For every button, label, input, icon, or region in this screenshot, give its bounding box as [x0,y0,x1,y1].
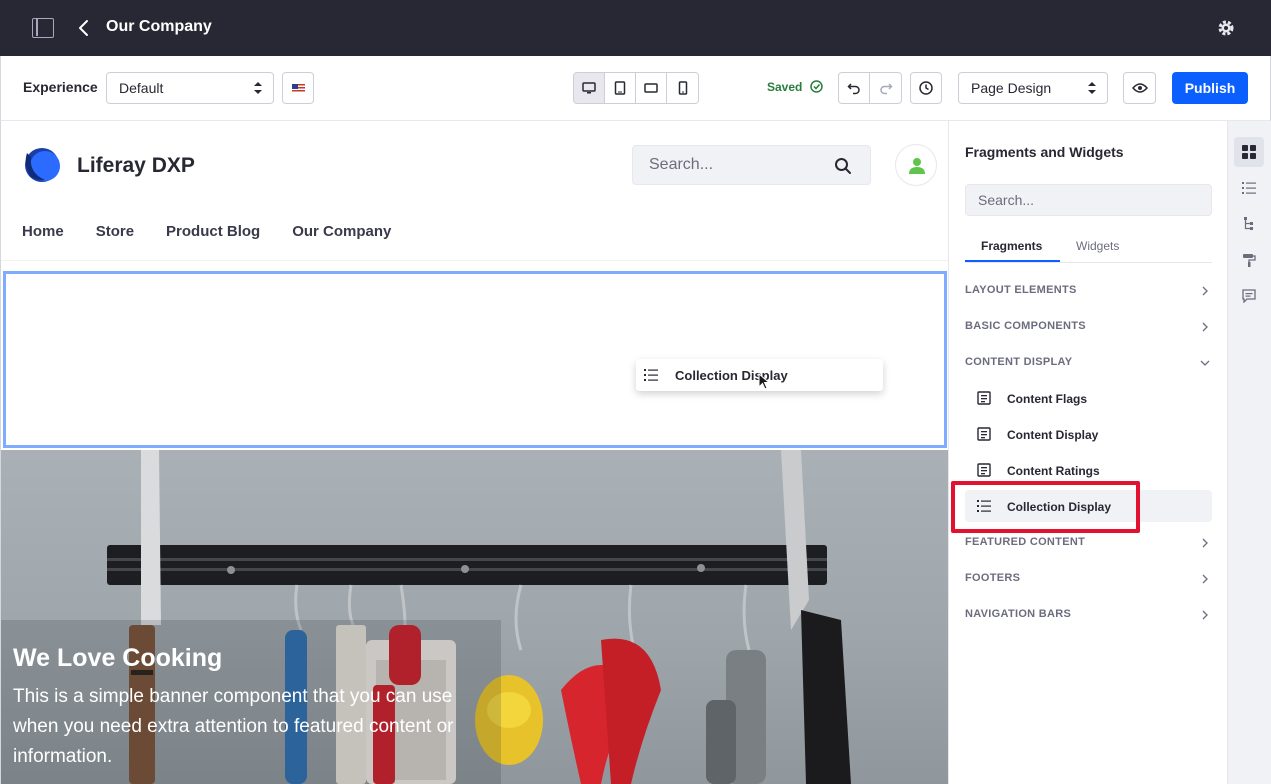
category-footers[interactable]: FOOTERS [965,572,1212,592]
device-preview-group [573,72,699,104]
liferay-logo [25,148,60,182]
page-editor-toolbar: Experience Default Saved Page Design Pub… [0,56,1271,121]
eye-icon[interactable] [1123,72,1156,104]
content-fragment-icon [977,391,991,405]
fragments-icon[interactable] [1234,137,1264,167]
category-featured-content[interactable]: FEATURED CONTENT [965,536,1212,556]
site-navigation: Home Store Product Blog Our Company [22,223,391,240]
select-arrows-icon [254,82,262,94]
user-avatar[interactable] [895,144,937,186]
paint-roller-icon[interactable] [1234,245,1264,275]
content-fragment-icon [977,427,991,441]
site-search-placeholder: Search... [649,156,714,173]
page-title: Our Company [106,18,212,35]
list-icon [644,369,658,381]
list-icon[interactable] [1234,173,1264,203]
select-arrows-icon [1088,82,1096,94]
nav-item-our-company[interactable]: Our Company [292,223,391,240]
hero-banner: We Love Cooking This is a simple banner … [1,450,948,784]
banner-title: We Love Cooking [13,644,223,672]
panel-title: Fragments and Widgets [965,144,1124,160]
experience-select-value: Default [119,80,164,96]
nav-item-product-blog[interactable]: Product Blog [166,223,260,240]
category-label: NAVIGATION BARS [965,608,1072,620]
chevron-down-icon [1200,360,1210,366]
tablet-portrait-icon[interactable] [605,73,636,103]
category-label: FEATURED CONTENT [965,536,1086,548]
highlight-annotation [951,481,1140,533]
us-flag-icon [292,84,305,93]
site-search-input[interactable]: Search... [632,145,871,185]
panel-tabs: Fragments Widgets [965,233,1212,263]
top-bar: Our Company [0,0,1271,56]
tablet-landscape-icon[interactable] [636,73,667,103]
search-icon[interactable] [834,157,852,175]
check-circle-icon [810,80,823,93]
banner-description: This is a simple banner component that y… [13,686,454,767]
undo-icon[interactable] [839,73,871,103]
gear-icon[interactable] [1216,18,1236,38]
chevron-right-icon [1202,538,1208,548]
tab-fragments[interactable]: Fragments [981,239,1042,253]
category-navigation-bars[interactable]: NAVIGATION BARS [965,608,1212,628]
language-selector-button[interactable] [282,72,314,104]
chevron-right-icon [1202,574,1208,584]
category-basic-components[interactable]: BASIC COMPONENTS [965,320,1212,340]
panel-search-placeholder: Search... [978,192,1035,208]
desktop-icon[interactable] [574,73,605,103]
mobile-icon[interactable] [667,73,698,103]
mouse-pointer-icon [758,373,770,390]
chevron-right-icon [1202,286,1208,296]
content-fragment-icon [977,463,991,477]
category-label: LAYOUT ELEMENTS [965,284,1077,296]
mode-select-value: Page Design [971,80,1052,96]
category-label: BASIC COMPONENTS [965,320,1086,332]
fragment-label: Content Ratings [1007,464,1100,478]
experience-label: Experience [23,79,98,95]
site-name: Liferay DXP [77,154,195,177]
fragment-label: Content Flags [1007,392,1087,406]
nav-divider [1,260,948,261]
mode-select[interactable]: Page Design [958,72,1108,104]
category-label: CONTENT DISPLAY [965,356,1073,368]
page-canvas: Liferay DXP Search... Home Store Product… [0,121,948,784]
comments-icon[interactable] [1234,281,1264,311]
fragment-label: Content Display [1007,428,1099,442]
category-content-display[interactable]: CONTENT DISPLAY [965,356,1212,376]
saved-status: Saved [767,80,803,94]
category-layout-elements[interactable]: LAYOUT ELEMENTS [965,284,1212,304]
chevron-right-icon [1202,610,1208,620]
page-structure-icon[interactable] [1234,209,1264,239]
sidebar-toggle-icon[interactable] [32,18,54,38]
history-icon[interactable] [910,72,942,104]
active-tab-indicator [965,260,1060,262]
undo-redo-group [838,72,902,104]
category-label: FOOTERS [965,572,1021,584]
tab-widgets[interactable]: Widgets [1076,239,1119,253]
nav-item-home[interactable]: Home [22,223,64,240]
chevron-right-icon [1202,322,1208,332]
sidebar-icon-rail [1227,121,1271,784]
redo-icon[interactable] [870,73,901,103]
user-icon [909,158,925,174]
fragment-content-display[interactable]: Content Display [965,418,1212,450]
drag-preview-label: Collection Display [675,368,788,383]
nav-item-store[interactable]: Store [96,223,134,240]
experience-select[interactable]: Default [106,72,274,104]
fragment-content-flags[interactable]: Content Flags [965,382,1212,414]
fragments-widgets-panel: Fragments and Widgets Search... Fragment… [948,121,1227,784]
panel-search-input[interactable]: Search... [965,184,1212,216]
chevron-left-icon[interactable] [74,16,94,40]
publish-button[interactable]: Publish [1172,72,1248,104]
